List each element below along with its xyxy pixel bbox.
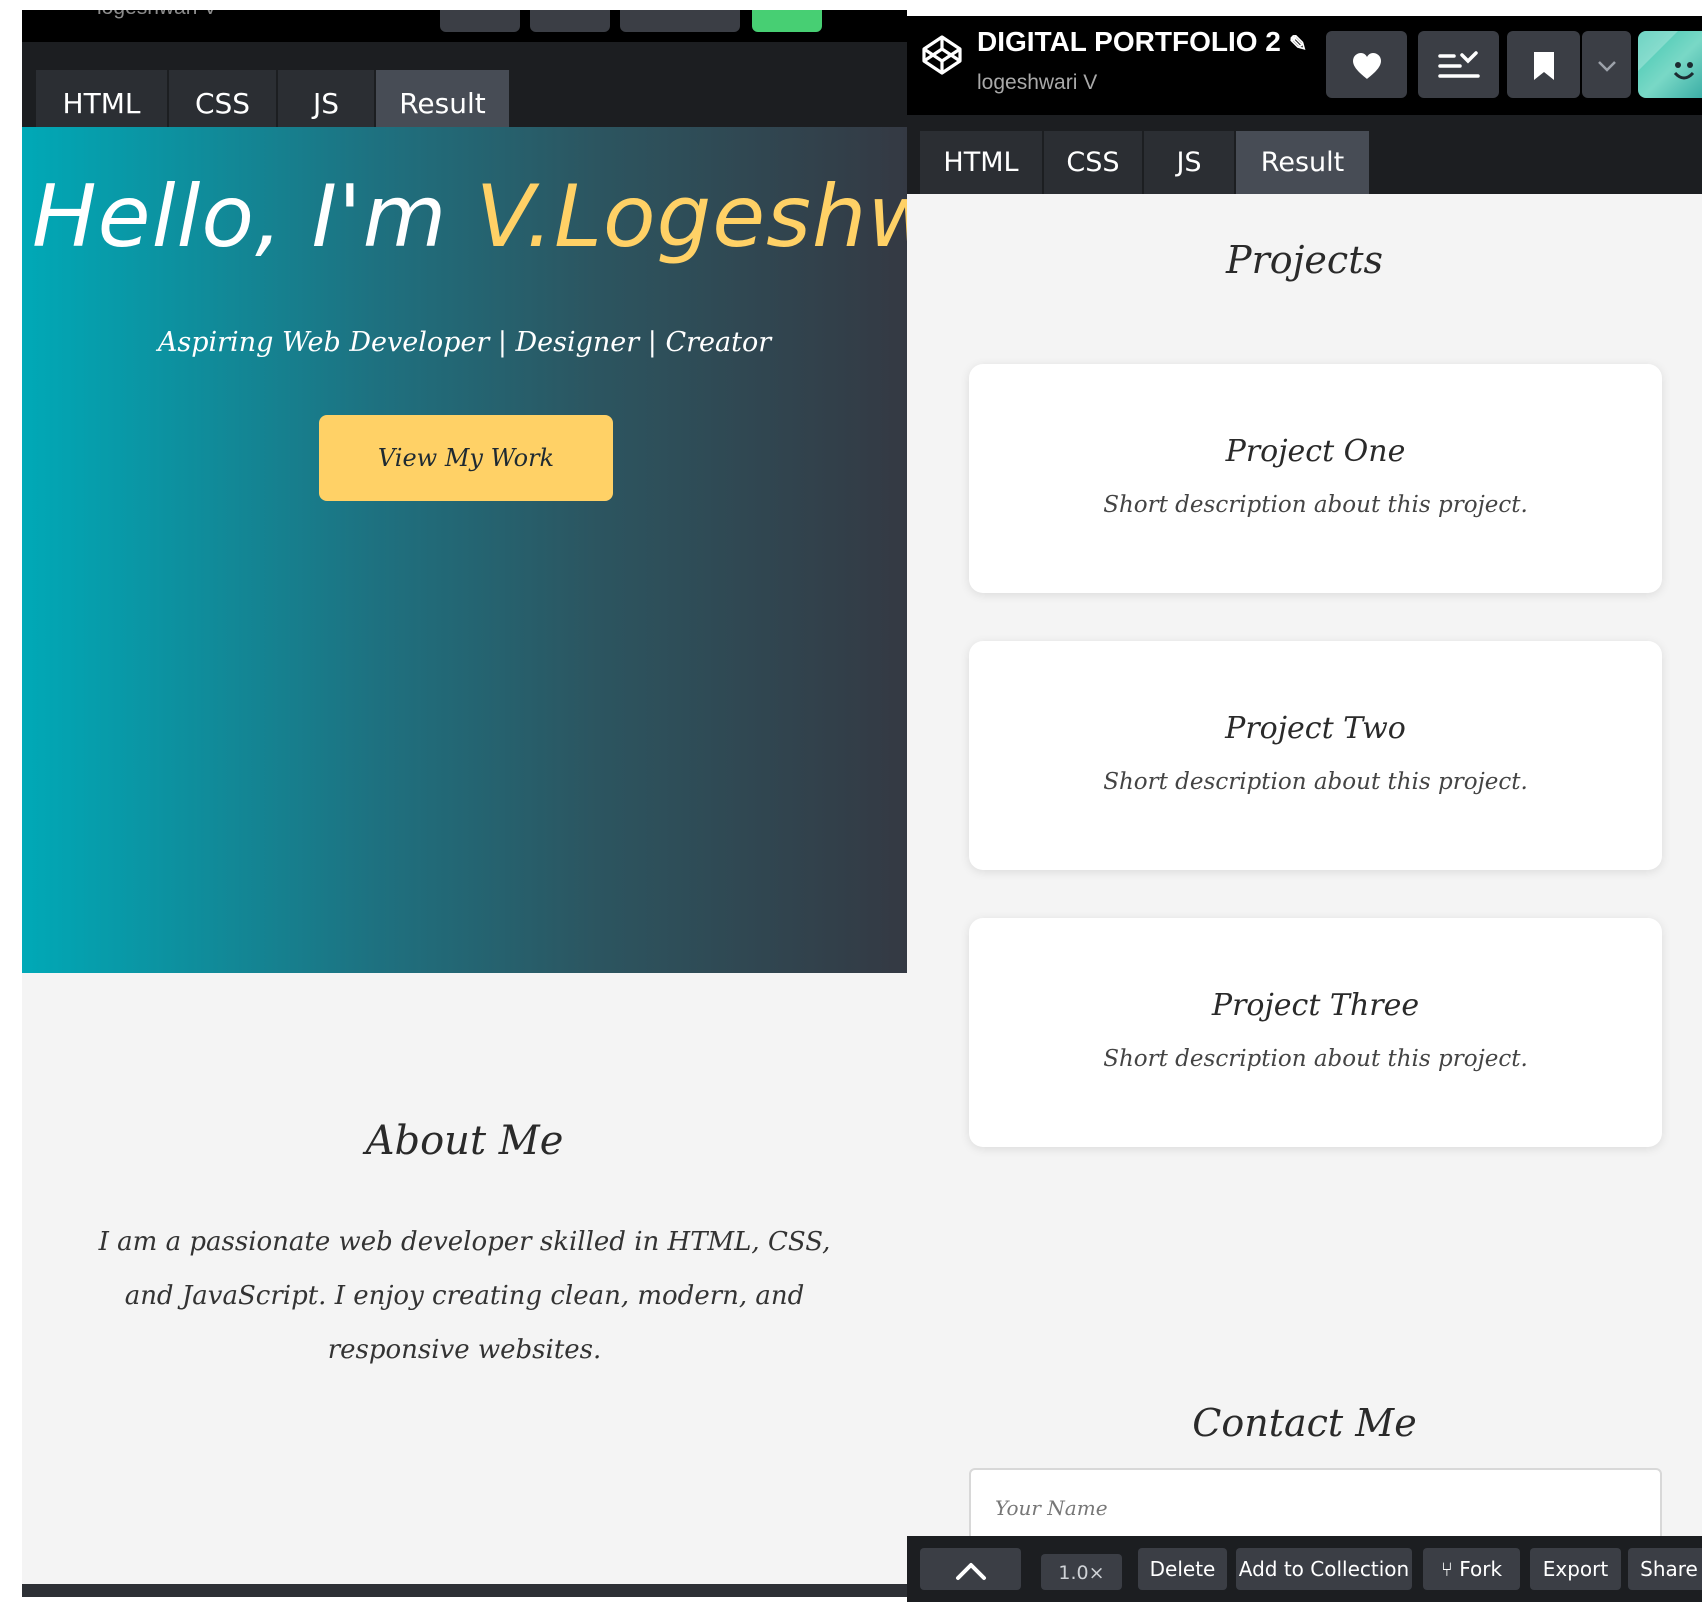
bookmark-button[interactable] [1507, 31, 1580, 98]
collapse-button[interactable] [920, 1548, 1021, 1590]
user-avatar[interactable] [752, 10, 822, 32]
bookmark-button[interactable] [620, 10, 740, 32]
codepen-logo-icon[interactable] [921, 34, 963, 76]
project-description: Short description about this project. [1103, 492, 1528, 518]
avatar-face-icon [1638, 31, 1695, 80]
like-button[interactable] [1326, 31, 1407, 98]
share-button[interactable]: Share [1628, 1548, 1702, 1590]
project-title: Project Three [1211, 988, 1420, 1023]
editor-header: DIGITAL PORTFOLIO 2 ✎ logeshwari V [907, 16, 1702, 115]
layout-menu-icon [1437, 51, 1480, 78]
author-name[interactable]: logeshwari V [977, 71, 1097, 95]
hero-greeting: Hello, I'm [32, 167, 448, 267]
tab-js[interactable]: JS [1144, 131, 1234, 194]
about-text: I am a passionate web developer skilled … [98, 1227, 831, 1365]
hero-tagline: Aspiring Web Developer | Designer | Crea… [157, 327, 772, 358]
pencil-icon[interactable]: ✎ [1289, 31, 1307, 57]
fork-button[interactable]: ⑂ Fork [1423, 1548, 1520, 1590]
project-description: Short description about this project. [1103, 769, 1528, 795]
bookmark-dropdown-button[interactable] [1582, 31, 1631, 98]
project-title: Project One [1225, 434, 1406, 469]
add-to-collection-button[interactable]: Add to Collection [1236, 1548, 1412, 1590]
right-editor-pane: DIGITAL PORTFOLIO 2 ✎ logeshwari V HTML … [907, 16, 1702, 1602]
hero-heading: Hello, I'm V.Logeshwari [32, 167, 907, 267]
about-title: About Me [365, 1118, 564, 1164]
editor-header: logeshwari V [22, 10, 907, 42]
like-button[interactable] [440, 10, 520, 32]
hero-name: V.Logeshwari [475, 167, 907, 267]
chevron-up-icon [955, 1562, 986, 1580]
editor-tabs: HTML CSS JS Result [907, 115, 1702, 194]
pen-title-text: DIGITAL PORTFOLIO 2 [977, 26, 1281, 57]
footer-strip [22, 1584, 907, 1597]
project-description: Short description about this project. [1103, 1046, 1528, 1072]
fork-icon: ⑂ [1440, 1557, 1453, 1581]
author-name[interactable]: logeshwari V [97, 10, 217, 20]
zoom-button[interactable]: 1.0× [1041, 1554, 1122, 1590]
heart-icon [1352, 53, 1381, 80]
hero-section: Hello, I'm V.Logeshwari Aspiring Web Dev… [22, 127, 907, 973]
tab-html[interactable]: HTML [920, 131, 1042, 194]
zoom-level: 1.0× [1058, 1562, 1105, 1584]
left-editor-pane: logeshwari V HTML CSS JS Result Hello, I… [22, 10, 907, 1597]
tab-result[interactable]: Result [1236, 131, 1369, 194]
layout-button[interactable] [1418, 31, 1499, 98]
contact-title: Contact Me [1192, 1401, 1417, 1445]
view-my-work-button[interactable]: View My Work [319, 415, 613, 501]
project-card[interactable]: Project One Short description about this… [969, 364, 1662, 593]
layout-button[interactable] [530, 10, 610, 32]
pen-title[interactable]: DIGITAL PORTFOLIO 2 ✎ [977, 26, 1307, 58]
user-avatar[interactable] [1638, 31, 1702, 98]
project-title: Project Two [1225, 711, 1406, 746]
projects-title: Projects [1226, 238, 1383, 282]
export-button[interactable]: Export [1530, 1548, 1621, 1590]
tab-css[interactable]: CSS [1044, 131, 1142, 194]
delete-button[interactable]: Delete [1138, 1548, 1227, 1590]
project-card[interactable]: Project Two Short description about this… [969, 641, 1662, 870]
project-card[interactable]: Project Three Short description about th… [969, 918, 1662, 1147]
fork-label: Fork [1459, 1557, 1503, 1581]
editor-tabs: HTML CSS JS Result [22, 42, 907, 137]
editor-footer: 1.0× Delete Add to Collection ⑂ Fork Exp… [907, 1536, 1702, 1602]
bookmark-icon [1533, 52, 1554, 81]
chevron-down-icon [1597, 61, 1616, 72]
